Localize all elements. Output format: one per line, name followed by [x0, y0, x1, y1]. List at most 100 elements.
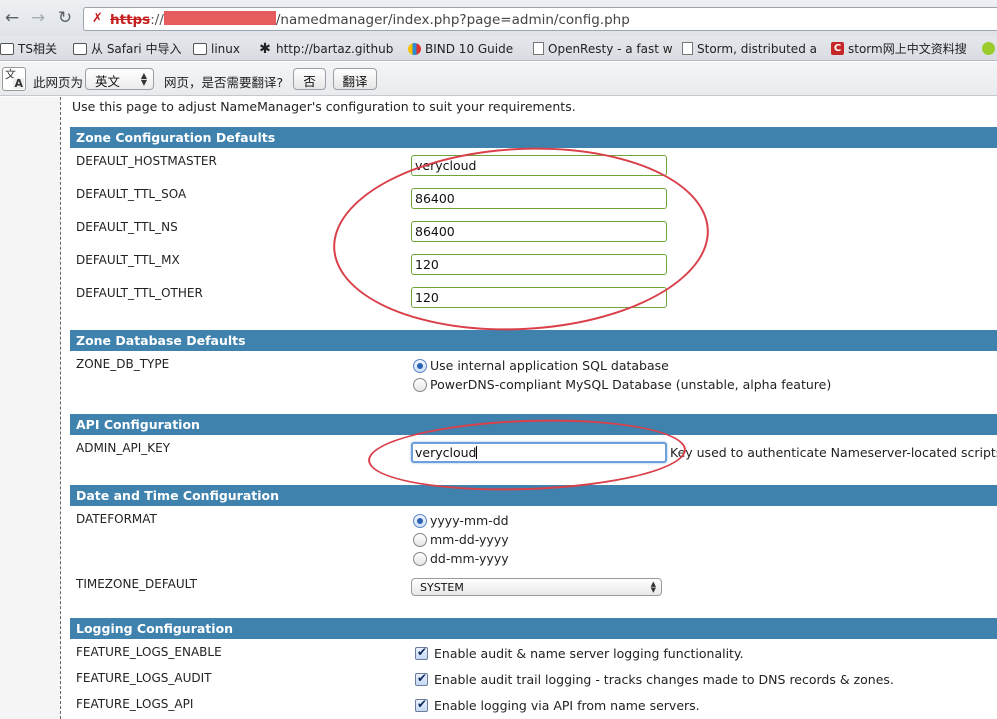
radio-unselected[interactable]	[413, 377, 427, 392]
bookmark-label: http://bartaz.github	[276, 41, 394, 56]
bookmark-label: linux	[211, 41, 240, 56]
radio-selected[interactable]	[413, 513, 427, 528]
bind-logo-icon	[408, 42, 421, 55]
radio-option-dd-mm-yyyy[interactable]: dd-mm-yyyy	[413, 551, 509, 566]
broken-lock-icon: ✗	[92, 11, 103, 26]
folder-icon	[73, 42, 87, 55]
api-key-value: verycloud	[415, 445, 477, 460]
bookmark-item[interactable]: OpenResty - a fast w	[533, 40, 673, 57]
url-path: /namedmanager/index.php?page=admin/confi…	[275, 12, 630, 28]
bookmark-item[interactable]: 从 Safari 中导入	[73, 40, 181, 57]
bookmark-label: storm网上中文资料搜	[848, 42, 967, 56]
label-feature-logs-enable: FEATURE_LOGS_ENABLE	[76, 645, 222, 659]
back-arrow-icon[interactable]: ←	[2, 8, 22, 28]
radio-label: Use internal application SQL database	[430, 358, 669, 373]
select-timezone-value: SYSTEM	[420, 581, 464, 594]
label-admin-api-key: ADMIN_API_KEY	[76, 441, 171, 455]
label-default-ttl-mx: DEFAULT_TTL_MX	[76, 253, 180, 267]
address-bar[interactable]: ✗ https:// /namedmanager/index.php?page=a…	[83, 7, 997, 31]
input-admin-api-key[interactable]: verycloud	[411, 442, 667, 463]
url-host-redacted	[163, 11, 276, 25]
input-default-ttl-ns[interactable]: 86400	[411, 221, 667, 242]
input-default-ttl-mx[interactable]: 120	[411, 254, 667, 275]
bookmark-item[interactable]: BIND 10 Guide	[408, 40, 513, 57]
radio-option-mm-dd-yyyy[interactable]: mm-dd-yyyy	[413, 532, 509, 547]
radio-label: dd-mm-yyyy	[430, 551, 509, 566]
translate-button[interactable]: 翻译	[333, 68, 377, 90]
translate-icon: 文A	[2, 67, 26, 91]
checkbox-row-logs-audit[interactable]: Enable audit trail logging - tracks chan…	[415, 671, 894, 687]
url-scheme: https	[110, 12, 151, 28]
radio-option-internal-sql[interactable]: Use internal application SQL database	[413, 358, 669, 373]
checkbox-checked[interactable]	[415, 697, 428, 712]
text-caret	[476, 446, 478, 459]
translate-language-select[interactable]: 英文 ▲ ▼	[85, 68, 154, 90]
bookmark-label: TS相关	[18, 42, 57, 56]
c-logo-icon: C	[831, 42, 844, 55]
input-default-hostmaster[interactable]: verycloud	[411, 155, 667, 176]
browser-toolbar: ← → ↻ ✗ https:// /namedmanager/index.php?…	[0, 0, 997, 36]
radio-label: yyyy-mm-dd	[430, 513, 509, 528]
input-default-ttl-soa[interactable]: 86400	[411, 188, 667, 209]
section-datetime: Date and Time Configuration	[70, 485, 997, 506]
select-arrows-icon: ▲ ▼	[140, 71, 147, 87]
label-feature-logs-api: FEATURE_LOGS_API	[76, 697, 194, 711]
label-zone-db-type: ZONE_DB_TYPE	[76, 357, 170, 371]
folder-icon	[0, 42, 14, 55]
folder-icon	[193, 42, 207, 55]
label-default-ttl-ns: DEFAULT_TTL_NS	[76, 220, 178, 234]
bookmark-item[interactable]: TS相关	[0, 40, 57, 57]
section-zone-config: Zone Configuration Defaults	[70, 127, 997, 148]
radio-unselected[interactable]	[413, 532, 427, 547]
left-margin	[0, 97, 61, 719]
url-separator: ://	[150, 12, 164, 28]
url-text: https:// /namedmanager/index.php?page=adm…	[110, 11, 630, 28]
checkbox-row-logs-api[interactable]: Enable logging via API from name servers…	[415, 697, 700, 713]
label-default-hostmaster: DEFAULT_HOSTMASTER	[76, 154, 217, 168]
label-default-ttl-other: DEFAULT_TTL_OTHER	[76, 286, 203, 300]
radio-label: PowerDNS-compliant MySQL Database (unsta…	[430, 377, 832, 392]
page-intro: Use this page to adjust NameManager's co…	[72, 99, 576, 114]
radio-option-powerdns[interactable]: PowerDNS-compliant MySQL Database (unsta…	[413, 377, 831, 392]
section-logging: Logging Configuration	[70, 618, 997, 639]
bookmarks-bar: TS相关 从 Safari 中导入 linux ✱ http://bartaz.g…	[0, 36, 997, 61]
forward-arrow-icon[interactable]: →	[28, 8, 48, 28]
checkbox-row-logs-enable[interactable]: Enable audit & name server logging funct…	[415, 645, 744, 661]
label-dateformat: DATEFORMAT	[76, 512, 157, 526]
translate-prefix: 此网页为	[33, 75, 84, 90]
bookmark-item[interactable]: ✱ http://bartaz.github	[258, 40, 393, 57]
translate-language-value: 英文	[95, 74, 121, 89]
checkbox-label: Enable logging via API from name servers…	[434, 698, 700, 713]
bookmark-label: Storm, distributed a	[697, 41, 817, 56]
checkbox-label: Enable audit trail logging - tracks chan…	[434, 672, 894, 687]
checkbox-label: Enable audit & name server logging funct…	[434, 646, 744, 661]
radio-option-yyyy-mm-dd[interactable]: yyyy-mm-dd	[413, 513, 509, 528]
checkbox-checked[interactable]	[415, 645, 428, 660]
translate-question: 网页，是否需要翻译?	[164, 75, 284, 90]
api-key-hint: Key used to authenticate Nameserver-loca…	[670, 445, 997, 460]
label-default-ttl-soa: DEFAULT_TTL_SOA	[76, 187, 187, 201]
asterisk-icon: ✱	[259, 40, 271, 57]
translate-bar: 文A 此网页为 英文 ▲ ▼ 网页，是否需要翻译? 否 翻译	[0, 62, 997, 96]
bookmark-item[interactable]: Cstorm网上中文资料搜	[831, 40, 967, 57]
bookmark-item[interactable]	[982, 40, 995, 57]
label-feature-logs-audit: FEATURE_LOGS_AUDIT	[76, 671, 212, 685]
config-page: Use this page to adjust NameManager's co…	[70, 97, 997, 719]
reload-icon[interactable]: ↻	[55, 8, 75, 28]
select-timezone[interactable]: SYSTEM ▲ ▼	[411, 578, 662, 596]
radio-label: mm-dd-yyyy	[430, 532, 509, 547]
input-default-ttl-other[interactable]: 120	[411, 287, 667, 308]
checkbox-checked[interactable]	[415, 671, 428, 686]
page-icon	[682, 42, 693, 55]
bookmark-item[interactable]: Storm, distributed a	[682, 40, 817, 57]
section-api-config: API Configuration	[70, 414, 997, 435]
label-timezone-default: TIMEZONE_DEFAULT	[76, 577, 198, 591]
green-logo-icon	[982, 42, 995, 55]
bookmark-label: 从 Safari 中导入	[91, 42, 182, 56]
bookmark-label: OpenResty - a fast w	[548, 41, 673, 56]
radio-unselected[interactable]	[413, 551, 427, 566]
radio-selected[interactable]	[413, 358, 427, 373]
translate-no-button[interactable]: 否	[293, 68, 326, 90]
bookmark-item[interactable]: linux	[193, 40, 240, 57]
page-icon	[533, 42, 544, 55]
